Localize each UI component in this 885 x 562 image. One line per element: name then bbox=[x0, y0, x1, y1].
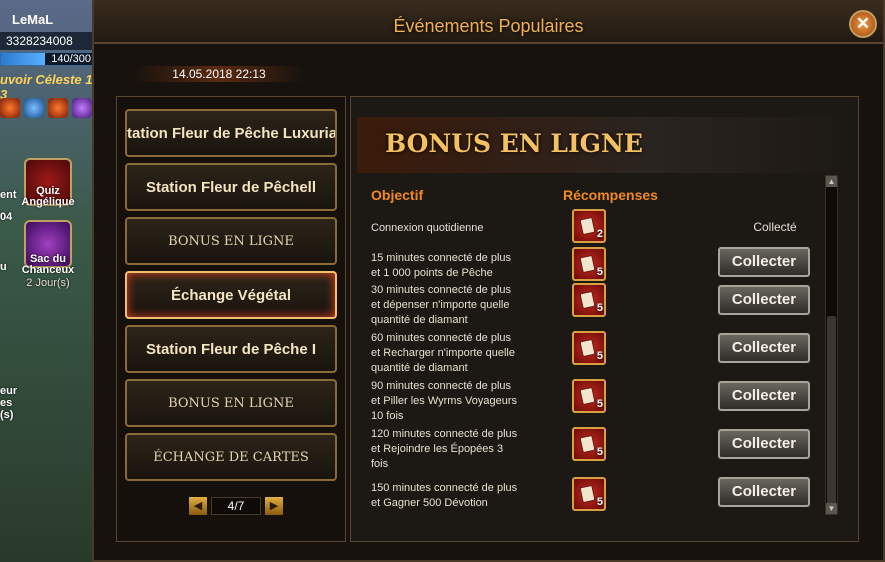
scroll-down-icon[interactable]: ▼ bbox=[826, 503, 837, 514]
buff-fire-icon[interactable] bbox=[0, 98, 20, 118]
reward-qty: 5 bbox=[596, 266, 603, 278]
event-detail-panel: BONUS EN LIGNE Objectif Récompenses Conn… bbox=[350, 96, 859, 542]
pager-prev-button[interactable]: ◀ bbox=[189, 497, 207, 515]
buff-shield-icon[interactable] bbox=[24, 98, 44, 118]
sac-du-chanceux-label: Sac du Chanceux bbox=[21, 253, 75, 276]
energy-text: 140/300 bbox=[51, 53, 91, 65]
event-tab-label: tation Fleur de Pêche Luxuriante bbox=[127, 124, 337, 142]
hud-fragment: u bbox=[0, 261, 7, 273]
event-tab-label: Échange Végétal bbox=[170, 286, 292, 304]
hud-fragment: 04 bbox=[0, 211, 13, 223]
event-tab-label: BONUS EN LIGNE bbox=[168, 233, 294, 249]
objective-text: 120 minutes connecté de plus et Rejoindr… bbox=[371, 428, 518, 470]
energy-bar: 140/300 bbox=[0, 52, 96, 66]
quiz-angelique-label: Quiz Angélique bbox=[21, 185, 75, 208]
gold-counter: 3328234008 bbox=[0, 32, 96, 50]
card-icon bbox=[579, 338, 596, 358]
card-icon bbox=[579, 386, 596, 406]
arrow-left-icon: ◀ bbox=[193, 500, 203, 512]
collect-button[interactable]: Collecter bbox=[718, 429, 810, 459]
reward-qty: 5 bbox=[596, 302, 603, 314]
arrow-right-icon: ▶ bbox=[269, 500, 279, 512]
close-icon: ✕ bbox=[855, 14, 871, 33]
event-tab-label: Station Fleur de Pêchell bbox=[145, 178, 317, 196]
event-tab-echange-cartes[interactable]: ÉCHANGE DE CARTES bbox=[125, 433, 337, 481]
reward-item[interactable]: 5 bbox=[572, 477, 606, 511]
event-tab-label: BONUS EN LIGNE bbox=[168, 395, 294, 411]
card-icon bbox=[579, 290, 596, 310]
buff-wing-icon[interactable] bbox=[48, 98, 68, 118]
event-pager: ◀ 4/7 ▶ bbox=[189, 497, 283, 515]
card-icon bbox=[579, 216, 596, 236]
objective-text: 90 minutes connecté de plus et Piller le… bbox=[371, 380, 518, 422]
window-title: Événements Populaires bbox=[393, 16, 584, 36]
event-tab-fleur-1[interactable]: Station Fleur de Pêche I bbox=[125, 325, 337, 373]
event-tab-bonus-en-ligne-2[interactable]: BONUS EN LIGNE bbox=[125, 379, 337, 427]
banner-title: BONUS EN LIGNE bbox=[385, 129, 643, 158]
window-header: Événements Populaires ✕ bbox=[94, 0, 883, 44]
event-banner: BONUS EN LIGNE bbox=[357, 117, 853, 173]
card-icon bbox=[579, 254, 596, 274]
buff-icons bbox=[0, 98, 92, 118]
event-tab-bonus-en-ligne-1[interactable]: BONUS EN LIGNE bbox=[125, 217, 337, 265]
collect-button[interactable]: Collecter bbox=[718, 333, 810, 363]
player-name: LeMaL bbox=[12, 12, 54, 27]
reward-qty: 2 bbox=[596, 228, 603, 240]
hud-fragment: eur bbox=[0, 385, 18, 397]
event-tab-echange-vegetal[interactable]: Échange Végétal bbox=[125, 271, 337, 319]
scroll-thumb[interactable] bbox=[827, 316, 836, 506]
event-tab-label: Station Fleur de Pêche I bbox=[145, 340, 317, 358]
sac-du-chanceux-timer: 2 Jour(s) bbox=[26, 277, 70, 289]
collect-button[interactable]: Collecter bbox=[718, 285, 810, 315]
objective-text: 150 minutes connecté de plus et Gagner 5… bbox=[371, 482, 518, 509]
objective-text: 15 minutes connecté de plus et 1 000 poi… bbox=[371, 252, 512, 279]
player-hud: LeMaL 3328234008 140/300 uvoir Céleste 1… bbox=[0, 0, 100, 562]
reward-qty: 5 bbox=[596, 398, 603, 410]
hud-fragment: ent bbox=[0, 189, 17, 201]
collect-button[interactable]: Collecter bbox=[718, 477, 810, 507]
col-objective: Objectif bbox=[371, 187, 424, 203]
card-icon bbox=[579, 484, 596, 504]
event-list: tation Fleur de Pêche Luxuriante Station… bbox=[116, 96, 346, 542]
collect-button[interactable]: Collecter bbox=[718, 381, 810, 411]
pager-text: 4/7 bbox=[211, 497, 261, 515]
reward-qty: 5 bbox=[596, 446, 603, 458]
collected-status: Collecté bbox=[753, 220, 797, 234]
pager-next-button[interactable]: ▶ bbox=[265, 497, 283, 515]
reward-item[interactable]: 2 bbox=[572, 209, 606, 243]
event-tab-fleur-luxuriante[interactable]: tation Fleur de Pêche Luxuriante bbox=[125, 109, 337, 157]
col-rewards: Récompenses bbox=[563, 187, 658, 203]
reward-item[interactable]: 5 bbox=[572, 247, 606, 281]
rewards-scrollbar[interactable]: ▲ ▼ bbox=[825, 175, 838, 515]
reward-item[interactable]: 5 bbox=[572, 331, 606, 365]
hud-fragment: es bbox=[0, 397, 13, 409]
scroll-up-icon[interactable]: ▲ bbox=[826, 176, 837, 187]
reward-qty: 5 bbox=[596, 496, 603, 508]
objective-text: 30 minutes connecté de plus et dépenser … bbox=[371, 284, 512, 326]
reward-item[interactable]: 5 bbox=[572, 283, 606, 317]
close-button[interactable]: ✕ bbox=[849, 10, 877, 38]
event-date: 14.05.2018 22:13 bbox=[134, 66, 304, 82]
events-window: Événements Populaires ✕ 14.05.2018 22:13… bbox=[92, 0, 885, 562]
reward-qty: 5 bbox=[596, 350, 603, 362]
event-tab-label: ÉCHANGE DE CARTES bbox=[153, 449, 309, 465]
objective-text: Connexion quotidienne bbox=[371, 222, 484, 234]
event-tab-fleur-2[interactable]: Station Fleur de Pêchell bbox=[125, 163, 337, 211]
collect-button[interactable]: Collecter bbox=[718, 247, 810, 277]
buff-star-icon[interactable] bbox=[72, 98, 92, 118]
card-icon bbox=[579, 434, 596, 454]
energy-bar-fill bbox=[1, 53, 46, 65]
reward-item[interactable]: 5 bbox=[572, 379, 606, 413]
reward-item[interactable]: 5 bbox=[572, 427, 606, 461]
objective-text: 60 minutes connecté de plus et Recharger… bbox=[371, 332, 515, 374]
hud-fragment: (s) bbox=[0, 409, 14, 421]
